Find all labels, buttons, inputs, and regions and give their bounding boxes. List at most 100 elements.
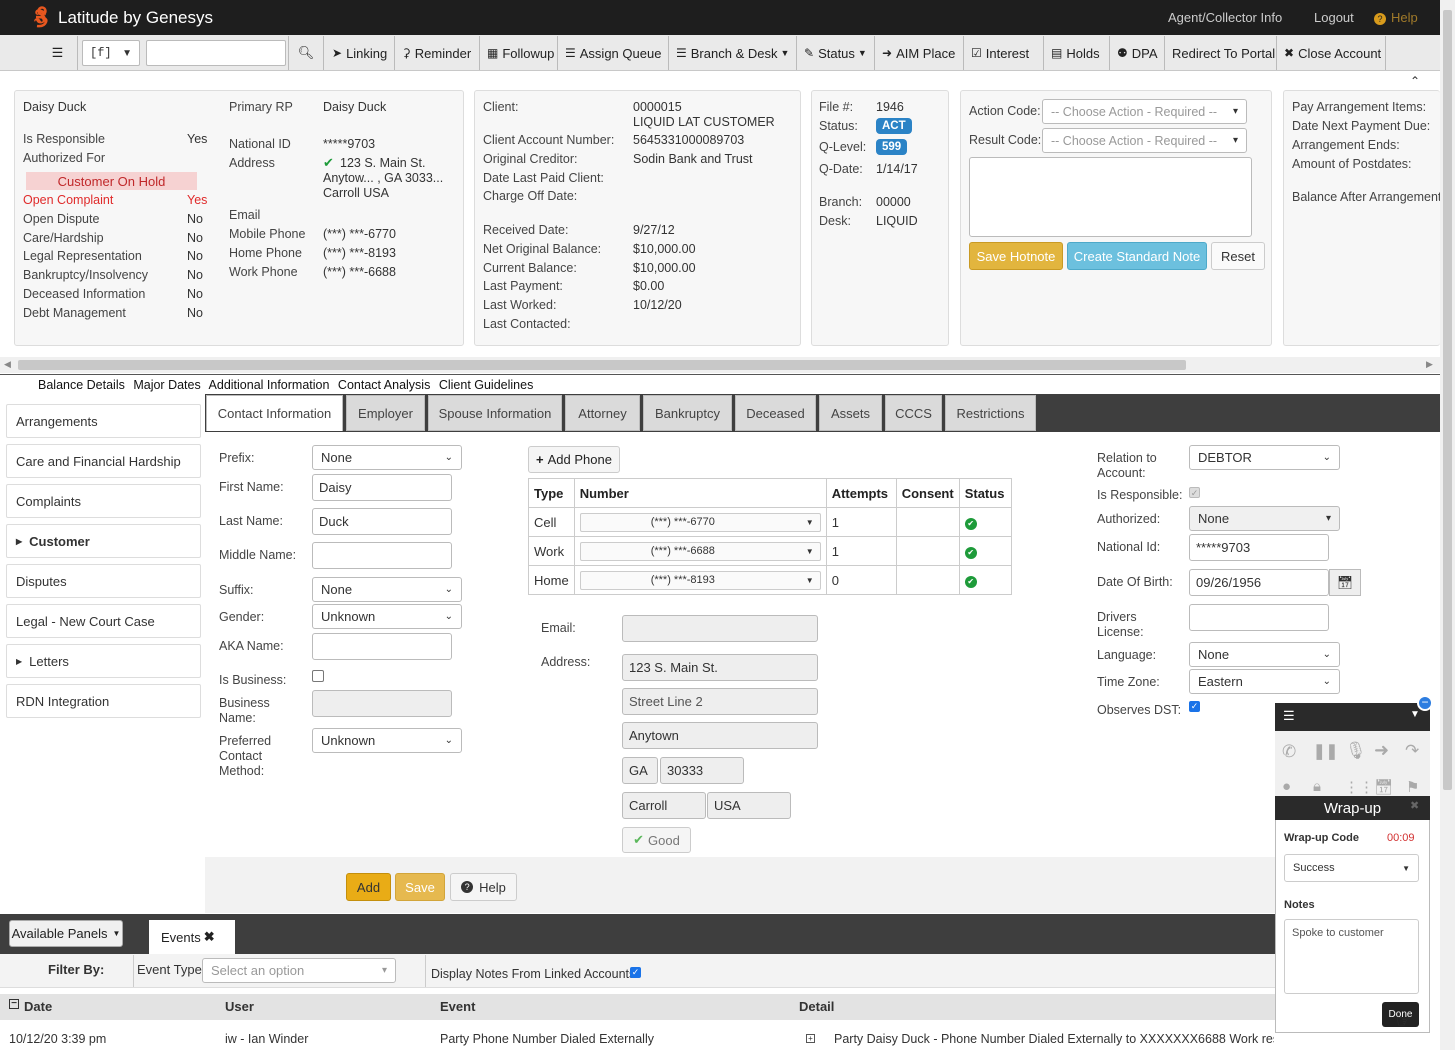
- subnav-additional-information[interactable]: Additional Information: [209, 378, 330, 392]
- help-button[interactable]: ? Help: [450, 873, 517, 901]
- minimize-icon[interactable]: −: [1417, 695, 1433, 711]
- add-phone-button[interactable]: + Add Phone: [528, 446, 620, 473]
- relation-select[interactable]: DEBTOR ⌄: [1189, 445, 1340, 470]
- sidebar-item-complaints[interactable]: Complaints: [6, 484, 201, 518]
- sidebar-item-customer[interactable]: ▶ Customer: [6, 524, 201, 558]
- microphone-icon[interactable]: 🎙︎: [1345, 741, 1367, 761]
- date-of-birth-input[interactable]: 09/26/1956: [1189, 569, 1329, 596]
- search-prefix-select[interactable]: [f] ▼: [82, 40, 140, 66]
- search-input[interactable]: [146, 40, 286, 66]
- suffix-select[interactable]: None ⌄: [312, 577, 462, 602]
- create-standard-note-button[interactable]: Create Standard Note: [1067, 242, 1207, 270]
- middle-name-input[interactable]: [312, 542, 452, 569]
- close-account-button[interactable]: ✖ Close Account: [1278, 36, 1386, 70]
- redirect-to-portal-button[interactable]: Redirect To Portal: [1166, 36, 1277, 70]
- city-input[interactable]: Anytown: [622, 722, 818, 749]
- branch-desk-dropdown[interactable]: ☰ Branch & Desk ▼: [670, 36, 797, 70]
- menu-toggle-button[interactable]: ☰: [38, 36, 78, 70]
- is-responsible-checkbox[interactable]: ✓: [1189, 487, 1200, 498]
- search-button[interactable]: 🔍︎: [288, 36, 324, 70]
- save-hotnote-button[interactable]: Save Hotnote: [969, 242, 1063, 270]
- lock-icon[interactable]: 🔒︎: [1313, 778, 1321, 795]
- linking-button[interactable]: ➤ Linking: [326, 36, 395, 70]
- hamburger-menu-icon[interactable]: ☰: [1283, 708, 1295, 724]
- record-icon[interactable]: ●: [1282, 778, 1291, 795]
- national-id-input[interactable]: *****9703: [1189, 534, 1329, 561]
- pause-icon[interactable]: ❚❚: [1313, 742, 1338, 760]
- flag-icon[interactable]: ⚑: [1406, 778, 1419, 796]
- events-header-user[interactable]: User: [225, 999, 254, 1014]
- add-button[interactable]: Add: [346, 873, 391, 901]
- last-name-input[interactable]: Duck: [312, 508, 452, 535]
- language-select[interactable]: None ⌄: [1189, 642, 1340, 667]
- tab-assets[interactable]: Assets: [819, 395, 882, 431]
- subnav-contact-analysis[interactable]: Contact Analysis: [338, 378, 430, 392]
- wrap-up-code-select[interactable]: Success ▼: [1284, 854, 1419, 882]
- events-header-date[interactable]: Date: [24, 999, 52, 1014]
- help-link[interactable]: ? Help: [1374, 10, 1418, 25]
- tab-bankruptcy[interactable]: Bankruptcy: [643, 395, 732, 431]
- transfer-arrow-icon[interactable]: ➜: [1374, 740, 1389, 761]
- scrollbar-thumb[interactable]: [1443, 10, 1452, 790]
- tab-attorney[interactable]: Attorney: [565, 395, 640, 431]
- tab-deceased[interactable]: Deceased: [735, 395, 816, 431]
- dialpad-icon[interactable]: ⋮⋮: [1344, 778, 1374, 796]
- authorized-select[interactable]: None ▾: [1189, 506, 1340, 531]
- subnav-major-dates[interactable]: Major Dates: [133, 378, 200, 392]
- result-code-select[interactable]: -- Choose Action - Required -- ▾: [1042, 128, 1247, 153]
- agent-collector-info-link[interactable]: Agent/Collector Info: [1168, 10, 1282, 25]
- scrollbar-thumb[interactable]: [18, 360, 1186, 370]
- wrap-up-notes-textarea[interactable]: Spoke to customer: [1284, 919, 1419, 994]
- expand-row-icon[interactable]: +: [806, 1034, 815, 1043]
- dpa-button[interactable]: ⚉ DPA: [1111, 36, 1165, 70]
- sidebar-item-legal[interactable]: Legal - New Court Case: [6, 604, 201, 638]
- email-input[interactable]: [622, 615, 818, 642]
- tab-cccs[interactable]: CCCS: [885, 395, 942, 431]
- interest-button[interactable]: ☑ Interest: [965, 36, 1044, 70]
- sidebar-item-care-hardship[interactable]: Care and Financial Hardship: [6, 444, 201, 478]
- subnav-client-guidelines[interactable]: Client Guidelines: [439, 378, 534, 392]
- events-header-event[interactable]: Event: [440, 999, 475, 1014]
- scroll-left-icon[interactable]: ◀: [4, 359, 11, 370]
- reminder-button[interactable]: ⚳ Reminder: [396, 36, 480, 70]
- aim-place-button[interactable]: ➜ AIM Place: [876, 36, 964, 70]
- display-notes-checkbox[interactable]: ✓: [630, 967, 641, 978]
- events-tab[interactable]: Events ✖: [149, 920, 235, 954]
- calendar-icon[interactable]: 📅︎: [1329, 569, 1361, 596]
- is-business-checkbox[interactable]: [312, 670, 324, 682]
- table-row[interactable]: Work (***) ***-6688 ▼ 1 ✔: [528, 536, 1013, 566]
- county-input[interactable]: Carroll: [622, 792, 706, 819]
- aka-name-input[interactable]: [312, 633, 452, 660]
- collapse-chevron-up-icon[interactable]: ⌃: [1410, 74, 1420, 88]
- address-good-button[interactable]: ✔ Good: [622, 827, 691, 853]
- address-line1-input[interactable]: 123 S. Main St.: [622, 654, 818, 681]
- assign-queue-button[interactable]: ☰ Assign Queue: [559, 36, 669, 70]
- close-icon[interactable]: ✖: [1410, 799, 1419, 812]
- tab-contact-information[interactable]: Contact Information: [206, 395, 343, 431]
- event-type-select[interactable]: Select an option ▾: [202, 958, 396, 983]
- subnav-balance-details[interactable]: Balance Details: [38, 378, 125, 392]
- logout-link[interactable]: Logout: [1314, 10, 1354, 25]
- close-icon[interactable]: ✖: [204, 929, 215, 945]
- table-row[interactable]: Home (***) ***-8193 ▼ 0 ✔: [528, 565, 1013, 595]
- sidebar-item-letters[interactable]: ▶ Letters: [6, 644, 201, 678]
- calendar-icon[interactable]: 📅︎: [1374, 778, 1393, 796]
- preferred-contact-select[interactable]: Unknown ⌄: [312, 728, 462, 753]
- tab-restrictions[interactable]: Restrictions: [945, 395, 1036, 431]
- time-zone-select[interactable]: Eastern ⌄: [1189, 669, 1340, 694]
- first-name-input[interactable]: Daisy: [312, 474, 452, 501]
- phone-number-select[interactable]: (***) ***-8193 ▼: [579, 570, 821, 590]
- phone-number-select[interactable]: (***) ***-6688 ▼: [579, 541, 821, 561]
- chevron-down-icon[interactable]: ▼: [1410, 709, 1420, 720]
- save-button[interactable]: Save: [395, 873, 445, 901]
- country-input[interactable]: USA: [707, 792, 791, 819]
- zip-input[interactable]: 30333: [660, 757, 744, 784]
- gender-select[interactable]: Unknown ⌄: [312, 604, 462, 629]
- phone-number-select[interactable]: (***) ***-6770 ▼: [579, 512, 821, 532]
- reset-button[interactable]: Reset: [1211, 242, 1265, 270]
- address-line2-input[interactable]: Street Line 2: [622, 688, 818, 715]
- events-header-detail[interactable]: Detail: [799, 999, 834, 1014]
- state-input[interactable]: GA: [622, 757, 658, 784]
- available-panels-dropdown[interactable]: Available Panels ▼: [9, 920, 123, 947]
- phone-icon[interactable]: ✆: [1282, 742, 1296, 762]
